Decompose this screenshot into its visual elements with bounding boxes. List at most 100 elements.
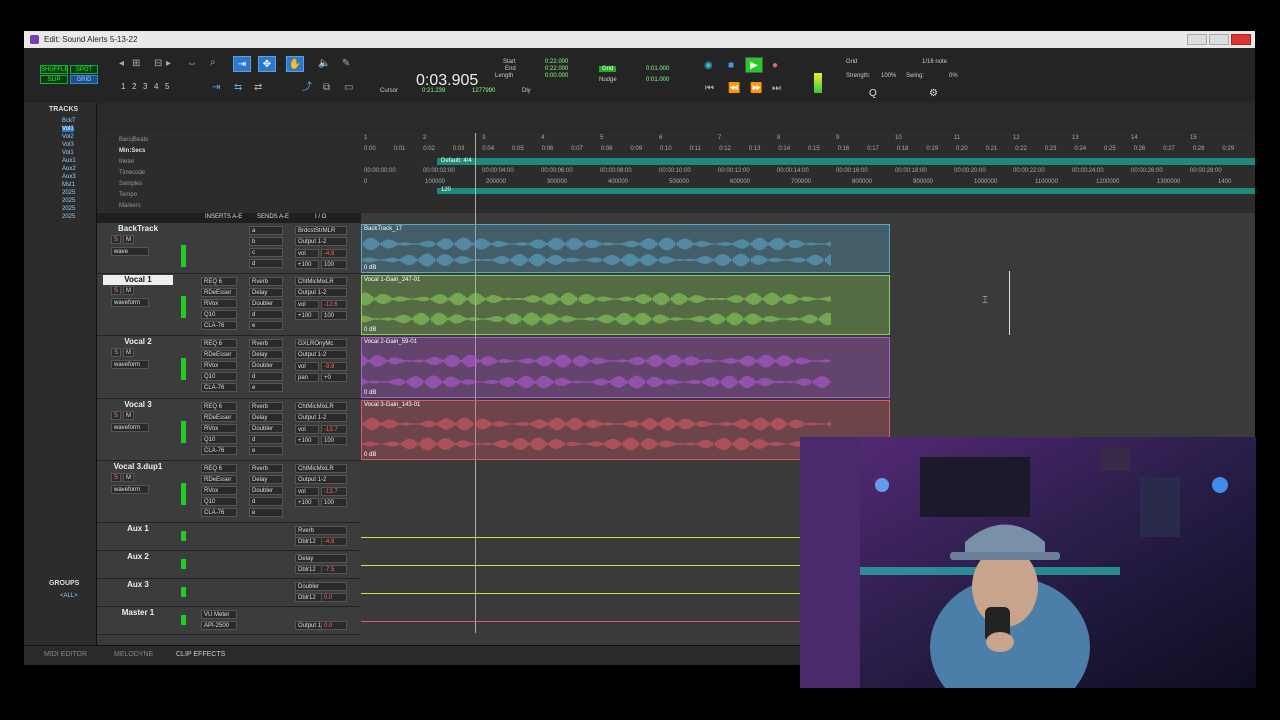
send-slot[interactable]: e bbox=[249, 321, 283, 330]
nudge-label[interactable]: Nudge bbox=[599, 77, 617, 83]
send-slot[interactable]: Delay bbox=[249, 350, 283, 359]
insert-slot[interactable]: Q10 bbox=[201, 435, 237, 444]
link-timeline-icon[interactable]: ⇆ bbox=[234, 82, 242, 94]
tracklist-item[interactable]: Mst1 bbox=[62, 182, 75, 188]
tracklist-item[interactable]: 2025 bbox=[62, 190, 75, 196]
groups-all-item[interactable]: <ALL> bbox=[60, 593, 78, 599]
volume-value[interactable]: -4.9 bbox=[321, 537, 347, 546]
go-to-end-icon[interactable]: ⏭ bbox=[772, 83, 781, 95]
tracklist-item[interactable]: 2025 bbox=[62, 198, 75, 204]
scrubber-tool-icon[interactable]: 🔈 bbox=[318, 58, 330, 70]
maximize-button[interactable] bbox=[1209, 34, 1229, 45]
send-slot[interactable]: b bbox=[249, 237, 283, 246]
send-slot[interactable]: a bbox=[249, 226, 283, 235]
insert-slot[interactable]: CLA-76 bbox=[201, 508, 237, 517]
audio-clip[interactable]: BackTrack_17 0 dB bbox=[361, 224, 890, 273]
audio-clip[interactable]: Vocal 1-Gain_247-01 0 dB bbox=[361, 275, 890, 335]
pan-value[interactable]: 100 bbox=[321, 498, 347, 507]
send-slot[interactable]: e bbox=[249, 383, 283, 392]
link-track-icon[interactable]: ⇄ bbox=[254, 82, 262, 94]
send-slot[interactable]: Rverb bbox=[249, 277, 283, 286]
pan-value[interactable]: 100 bbox=[321, 311, 347, 320]
insert-slot[interactable]: VU Meter bbox=[201, 610, 237, 619]
zoom-preset-2[interactable]: 2 bbox=[132, 82, 136, 91]
volume-value[interactable]: -13.7 bbox=[321, 487, 347, 496]
zoom-preset-5[interactable]: 5 bbox=[165, 82, 169, 91]
send-slot[interactable]: e bbox=[249, 508, 283, 517]
send-slot[interactable]: d bbox=[249, 372, 283, 381]
fast-forward-icon[interactable]: ⏩ bbox=[750, 83, 762, 95]
send-slot[interactable]: c bbox=[249, 248, 283, 257]
rewind-icon[interactable]: ⏪ bbox=[728, 83, 740, 95]
output-selector[interactable]: Output 1-2 bbox=[295, 237, 347, 246]
tab-to-transient-icon[interactable]: ⇥ bbox=[212, 82, 220, 94]
input-selector[interactable]: ChtMicMixLR bbox=[295, 402, 347, 411]
insert-slot[interactable]: RVox bbox=[201, 299, 237, 308]
insert-slot[interactable]: REQ 6 bbox=[201, 339, 237, 348]
mute-button[interactable]: M bbox=[123, 411, 134, 420]
tab-midi-editor[interactable]: MIDI EDITOR bbox=[44, 651, 87, 658]
tracklist-item[interactable]: Aux2 bbox=[62, 166, 76, 172]
send-slot[interactable]: e bbox=[249, 446, 283, 455]
strength-value[interactable]: 100% bbox=[881, 73, 896, 79]
rewind-to-start-icon[interactable]: ⏮ bbox=[705, 83, 714, 95]
view-selector[interactable]: waveform bbox=[111, 423, 149, 432]
dly-label[interactable]: Dly bbox=[522, 88, 531, 94]
grid-mode-button[interactable]: GRID bbox=[70, 75, 98, 84]
solo-button[interactable]: S bbox=[111, 286, 122, 295]
end-value[interactable]: 0:22.000 bbox=[545, 66, 568, 72]
close-button[interactable] bbox=[1231, 34, 1251, 45]
grabber-tool-button[interactable]: ✋ bbox=[286, 56, 304, 72]
mute-button[interactable]: M bbox=[123, 286, 134, 295]
input-selector[interactable]: Rverb bbox=[295, 526, 347, 535]
pan-value[interactable]: 100 bbox=[321, 260, 347, 269]
insert-slot[interactable]: Q10 bbox=[201, 372, 237, 381]
mirror-midi-icon[interactable]: ⧉ bbox=[323, 82, 330, 94]
view-selector[interactable]: waveform bbox=[111, 360, 149, 369]
pencil-tool-icon[interactable]: ✎ bbox=[342, 58, 350, 70]
keyboard-focus-icon[interactable]: ▭ bbox=[344, 82, 353, 94]
record-icon[interactable]: ● bbox=[772, 60, 778, 72]
tracklist-item[interactable]: 2025 bbox=[62, 206, 75, 212]
audio-clip[interactable]: Vocal 2-Gain_59-01 0 dB bbox=[361, 337, 890, 398]
settings-gear-icon[interactable]: ⚙ bbox=[929, 88, 938, 100]
send-slot[interactable]: d bbox=[249, 310, 283, 319]
magnifier-tool-icon[interactable]: ⌕ bbox=[210, 57, 216, 69]
tracklist-item[interactable]: Vol1 bbox=[62, 150, 74, 156]
insert-slot[interactable]: RDeEsser bbox=[201, 288, 237, 297]
grid-note-value[interactable]: 1/16 note bbox=[922, 59, 947, 65]
input-selector[interactable]: BrdcstStrMLR bbox=[295, 226, 347, 235]
send-slot[interactable]: d bbox=[249, 435, 283, 444]
view-selector[interactable]: wave bbox=[111, 247, 149, 256]
zoom-out-icon[interactable]: ◂ bbox=[119, 58, 124, 70]
insert-slot[interactable]: REQ 6 bbox=[201, 402, 237, 411]
pan-value[interactable]: +0 bbox=[321, 373, 347, 382]
grid-value[interactable]: 0:01.000 bbox=[646, 66, 669, 72]
send-slot[interactable]: Doubler bbox=[249, 486, 283, 495]
input-selector[interactable]: ChtMicMixLR bbox=[295, 464, 347, 473]
tracklist-item[interactable]: Vol2 bbox=[62, 134, 74, 140]
send-slot[interactable]: Delay bbox=[249, 475, 283, 484]
output-selector[interactable]: Output 1-2 bbox=[295, 350, 347, 359]
output-selector[interactable]: Output 1-2 bbox=[295, 475, 347, 484]
volume-value[interactable]: 0.0 bbox=[321, 593, 347, 602]
insert-slot[interactable]: CLA-76 bbox=[201, 446, 237, 455]
volume-value[interactable]: -4.9 bbox=[321, 249, 347, 258]
view-selector[interactable]: waveform bbox=[111, 485, 149, 494]
minimize-button[interactable] bbox=[1187, 34, 1207, 45]
tracklist-item[interactable]: Aux3 bbox=[62, 174, 76, 180]
solo-button[interactable]: S bbox=[111, 348, 122, 357]
swing-value[interactable]: 0% bbox=[949, 73, 958, 79]
send-slot[interactable]: Doubler bbox=[249, 361, 283, 370]
spot-mode-button[interactable]: SPOT bbox=[70, 65, 98, 74]
send-slot[interactable]: Rverb bbox=[249, 339, 283, 348]
solo-button[interactable]: S bbox=[111, 235, 122, 244]
track-name[interactable]: Aux 3 bbox=[103, 580, 173, 590]
zoom-in-icon[interactable]: ▸ bbox=[166, 58, 171, 70]
tracklist-item[interactable]: Vol1 bbox=[62, 126, 74, 132]
insert-slot[interactable]: Q10 bbox=[201, 497, 237, 506]
track-name[interactable]: Vocal 1 bbox=[103, 275, 173, 285]
track-name[interactable]: Vocal 3.dup1 bbox=[103, 462, 173, 472]
insert-slot[interactable]: RDeEsser bbox=[201, 350, 237, 359]
volume-value[interactable]: -9.9 bbox=[321, 362, 347, 371]
